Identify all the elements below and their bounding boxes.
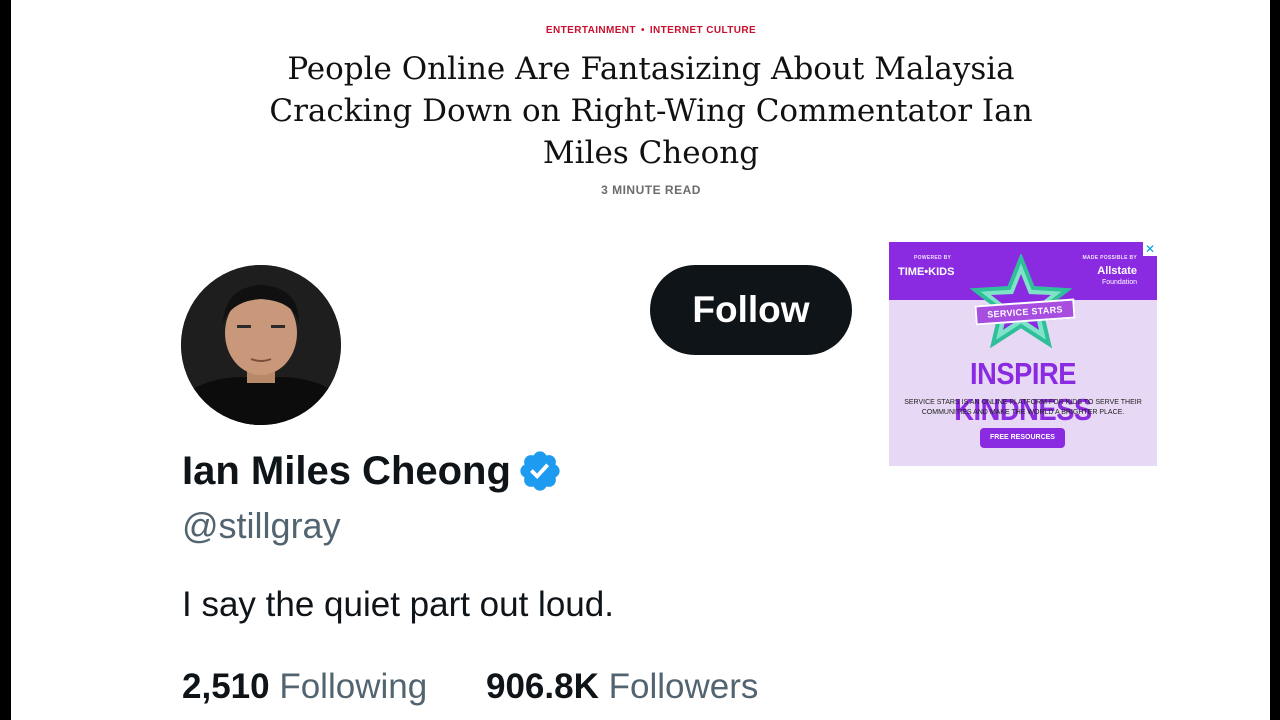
ad-brand-time-kids: TIME•KIDS xyxy=(898,266,955,278)
verified-badge-icon[interactable] xyxy=(517,448,563,494)
advertisement[interactable]: ✕ POWERED BY TIME•KIDS MADE POSSIBLE BY … xyxy=(889,242,1157,466)
following-label: Following xyxy=(279,667,428,706)
ad-free-resources-button[interactable]: FREE RESOURCES xyxy=(980,428,1065,448)
followers-label: Followers xyxy=(608,667,759,706)
ad-body-text: SERVICE STARS IS AN ONLINE PLATFORM FOR … xyxy=(904,399,1142,416)
read-time: 3 MINUTE READ xyxy=(601,183,701,197)
follow-button[interactable]: Follow xyxy=(650,265,852,355)
avatar[interactable] xyxy=(181,265,341,425)
following-stat[interactable]: 2,510 Following xyxy=(182,667,427,707)
article-category: ENTERTAINMENT • INTERNET CULTURE xyxy=(11,25,1270,36)
profile-bio: I say the quiet part out loud. xyxy=(182,585,614,624)
category-internet-culture-link[interactable]: INTERNET CULTURE xyxy=(650,25,756,36)
followers-stat[interactable]: 906.8K Followers xyxy=(486,667,758,707)
article-page: ENTERTAINMENT • INTERNET CULTURE People On… xyxy=(11,0,1270,720)
ad-made-possible-by: MADE POSSIBLE BY xyxy=(1082,255,1137,261)
category-entertainment-link[interactable]: ENTERTAINMENT xyxy=(546,25,636,36)
profile-handle: @stillgray xyxy=(182,505,341,546)
category-separator: • xyxy=(640,25,645,36)
avatar-portrait-image xyxy=(181,265,341,425)
ad-powered-by: POWERED BY xyxy=(914,255,952,261)
followers-count: 906.8K xyxy=(486,667,599,706)
article-headline: People Online Are Fantasizing About Mala… xyxy=(269,51,1033,171)
display-name-text: Ian Miles Cheong xyxy=(182,448,511,493)
ad-close-icon[interactable]: ✕ xyxy=(1143,242,1157,256)
ad-brand-allstate: Allstate xyxy=(1097,265,1137,277)
following-count: 2,510 xyxy=(182,667,270,706)
ad-brand-foundation: Foundation xyxy=(1101,279,1137,286)
profile-display-name: Ian Miles Cheong xyxy=(182,448,563,494)
